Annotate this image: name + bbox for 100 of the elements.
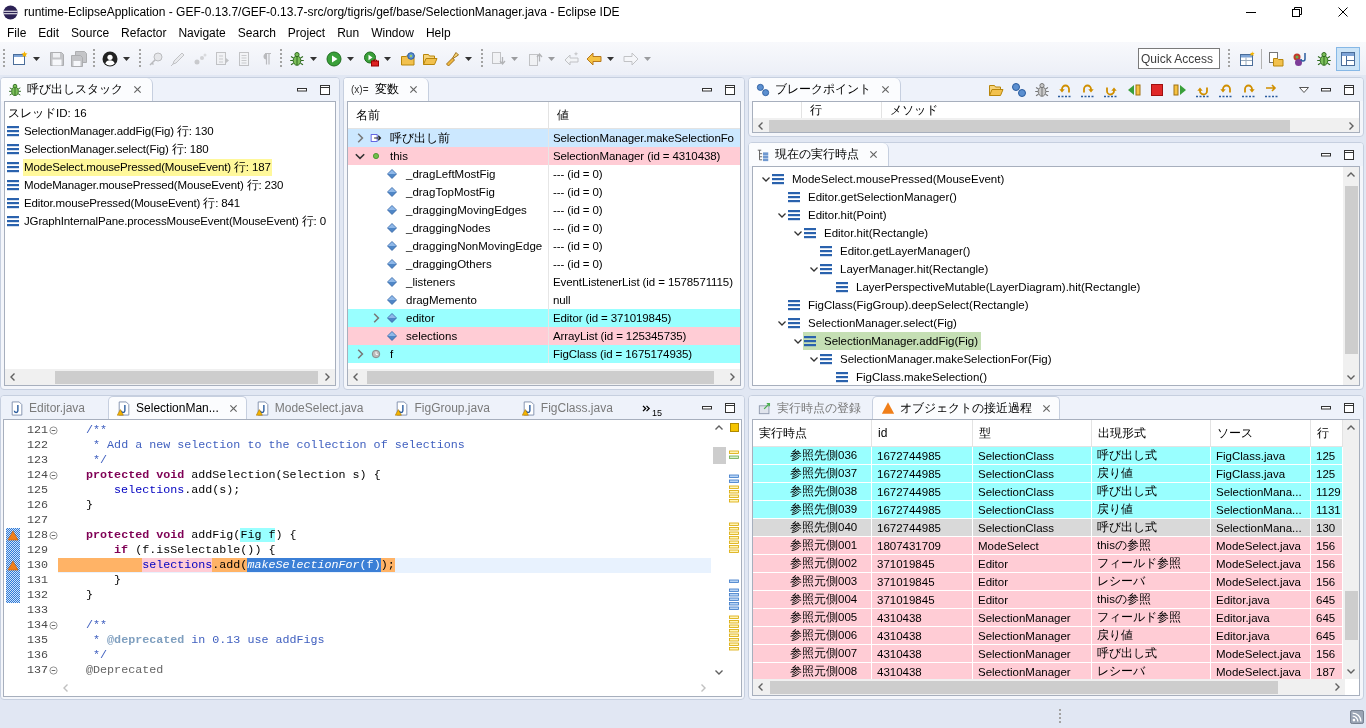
variable-row[interactable]: selections ArrayList (id = 125345735) [348, 327, 740, 345]
fold-icon[interactable] [48, 531, 58, 540]
column-header[interactable]: 値 [549, 102, 740, 128]
tree-item[interactable]: SelectionManager.select(Fig) [787, 314, 960, 332]
menu-item[interactable]: Navigate [172, 25, 232, 41]
menu-item[interactable]: Project [281, 25, 332, 41]
caret-icon[interactable] [384, 56, 391, 61]
chevron-down-icon[interactable] [809, 264, 819, 274]
variable-row[interactable]: _dragLeftMostFig --- (id = 0) [348, 165, 740, 183]
fold-icon[interactable] [48, 621, 58, 630]
variable-row[interactable]: _draggingNonMovingEdge --- (id = 0) [348, 237, 740, 255]
chevron-down-icon[interactable] [809, 354, 819, 364]
arrow-right-icon[interactable] [1264, 81, 1280, 98]
summary-square-icon[interactable] [729, 423, 739, 432]
tree-item[interactable]: Editor.hit(Point) [787, 206, 890, 224]
caret-icon[interactable] [347, 56, 354, 61]
column-header[interactable]: ソース [1211, 420, 1311, 446]
more-tabs-button[interactable]: 15 [641, 396, 662, 419]
table-row[interactable]: 参照先側039 1672744985 SelectionClass 戻り値 SelectionMana... 1131 [753, 501, 1343, 519]
chevron-down-icon[interactable] [793, 336, 803, 346]
column-header[interactable]: id [872, 420, 973, 446]
editor-tab[interactable]: Editor.java [1, 396, 109, 419]
variable-row[interactable]: _dragTopMostFig --- (id = 0) [348, 183, 740, 201]
variable-row[interactable]: _listeners EventListenerList (id = 1578571115) [348, 273, 740, 291]
view-menu-icon[interactable] [1299, 86, 1309, 93]
variable-row[interactable]: f FigClass (id = 1675174935) [348, 345, 740, 363]
variable-row[interactable]: editor Editor (id = 371019845) [348, 309, 740, 327]
run-toolbox-icon[interactable] [363, 50, 379, 67]
menu-item[interactable]: Window [365, 25, 420, 41]
scrollbar-thumb[interactable] [1344, 591, 1358, 640]
view-tab[interactable]: 実行時点の登録 [749, 396, 872, 419]
variable-row[interactable]: _draggingNodes --- (id = 0) [348, 219, 740, 237]
caret-icon[interactable] [123, 56, 130, 61]
menu-item[interactable]: Source [65, 25, 116, 41]
table-row[interactable]: 参照元側008 4310438 SelectionManager レシーバ ModeSelect.java 187 [753, 663, 1343, 679]
editor-tab[interactable]: FigClass.java [512, 396, 636, 419]
variable-row[interactable]: _draggingOthers --- (id = 0) [348, 255, 740, 273]
stop-icon[interactable] [1149, 81, 1165, 98]
table-row[interactable]: 参照先側037 1672744985 SelectionClass 戻り値 FigClass.java 125 [753, 465, 1343, 483]
horizontal-scrollbar[interactable] [753, 118, 1359, 132]
editor-tab[interactable]: ModeSelect.java [246, 396, 387, 419]
editor-tab[interactable]: FigGroup.java [386, 396, 513, 419]
chevron-down-icon[interactable] [777, 318, 787, 328]
table-row[interactable]: 参照先側036 1672744985 SelectionClass 呼び出し式 FigClass.java 125 [753, 447, 1343, 465]
tree-item[interactable]: Editor.hit(Rectangle) [803, 224, 932, 242]
maximize-icon[interactable] [1343, 83, 1355, 96]
tree-item[interactable]: FigClass.makeSelection() [835, 368, 990, 385]
table-row[interactable]: 参照先側038 1672744985 SelectionClass 呼び出し式 SelectionMana... 1129 [753, 483, 1343, 501]
horizontal-scrollbar[interactable] [5, 369, 335, 385]
maximize-icon[interactable] [1343, 401, 1355, 414]
scrollbar-thumb[interactable] [1344, 186, 1358, 354]
triangle-marker-icon[interactable] [7, 530, 19, 541]
menu-item[interactable]: Edit [32, 25, 66, 41]
horizontal-scrollbar[interactable] [348, 369, 740, 385]
caret-icon[interactable] [310, 56, 317, 61]
caret-icon[interactable] [465, 56, 472, 61]
column-header[interactable]: 実行時点 [753, 420, 872, 446]
caret-icon[interactable] [607, 56, 614, 61]
fold-icon[interactable] [48, 471, 58, 480]
tree-item[interactable]: LayerPerspectiveMutable(LayerDiagram).hit(Rectangle) [835, 278, 1144, 296]
column-header[interactable]: メソッド [882, 102, 1359, 118]
stack-frame[interactable]: JGraphInternalPane.processMouseEvent(MouseEvent) 行: 0 [23, 212, 327, 230]
maximize-icon[interactable] [319, 83, 331, 96]
stack-frame[interactable]: SelectionManager.select(Fig) 行: 180 [23, 140, 210, 158]
tree-item[interactable]: Editor.getLayerManager() [819, 242, 974, 260]
editor-tab[interactable]: SelectionMan... [108, 396, 247, 419]
chevron-down-icon[interactable] [761, 174, 771, 184]
folder-globe-icon[interactable] [400, 50, 416, 67]
scrollbar-thumb[interactable] [770, 680, 1278, 694]
scrollbar-thumb[interactable] [55, 370, 318, 384]
table-row[interactable]: 参照元側005 4310438 SelectionManager フィールド参照 Editor.java 645 [753, 609, 1343, 627]
menu-item[interactable]: File [1, 25, 33, 41]
column-header[interactable]: 出現形式 [1092, 420, 1211, 446]
quick-access-field[interactable]: Quick Access [1138, 48, 1220, 69]
bug-icon[interactable] [289, 50, 305, 67]
scrollbar-thumb[interactable] [712, 447, 726, 464]
maximize-icon[interactable] [1343, 148, 1355, 161]
view-tab[interactable]: 呼び出しスタック [1, 78, 153, 101]
caret-icon[interactable] [33, 56, 40, 61]
tree-item[interactable]: FigClass(FigGroup).deepSelect(Rectangle) [787, 296, 1032, 314]
reverse-play-icon[interactable] [1126, 81, 1142, 98]
chevron-down-icon[interactable] [793, 228, 803, 238]
tree-item[interactable]: SelectionManager.makeSelectionFor(Fig) [819, 350, 1055, 368]
feed-icon[interactable] [1350, 709, 1364, 724]
restore-icon[interactable] [1292, 7, 1302, 17]
scrollbar-thumb[interactable] [367, 370, 714, 384]
column-header[interactable]: 名前 [348, 102, 549, 128]
overview-ruler-drawing[interactable] [728, 450, 740, 654]
bug-icon[interactable] [1034, 81, 1050, 98]
table-row[interactable]: 参照元側003 371019845 Editor レシーバ ModeSelect.java 156 [753, 573, 1343, 591]
vertical-scrollbar[interactable] [1343, 167, 1359, 385]
tree-item[interactable]: LayerManager.hit(Rectangle) [819, 260, 992, 278]
menu-item[interactable]: Help [419, 25, 457, 41]
back-arrow-icon[interactable] [586, 50, 602, 67]
play-icon[interactable] [1172, 81, 1188, 98]
close-icon[interactable] [1338, 7, 1348, 17]
maximize-icon[interactable] [724, 401, 736, 414]
stack-frame[interactable]: ModeManager.mousePressed(MouseEvent) 行: 230 [23, 176, 285, 194]
menu-item[interactable]: Refactor [115, 25, 173, 41]
table-row[interactable]: 参照先側040 1672744985 SelectionClass 呼び出し式 SelectionMana... 130 [753, 519, 1343, 537]
